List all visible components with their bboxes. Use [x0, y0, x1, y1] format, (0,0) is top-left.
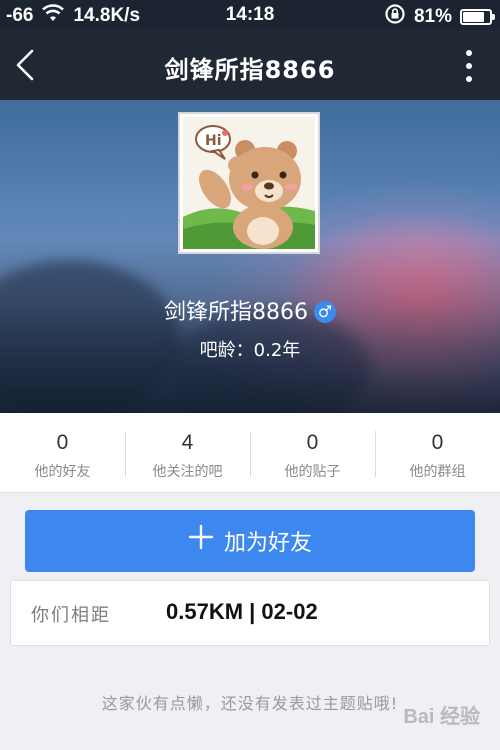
distance-value: 0.57KM | 02-02: [166, 599, 318, 624]
stat-value: 4: [181, 431, 194, 454]
distance-card: 你们相距 0.57KM | 02-02: [10, 580, 490, 646]
page-title: 剑锋所指8866: [164, 56, 336, 84]
stat-posts[interactable]: 0 他的贴子: [250, 413, 375, 492]
distance-label: 你们相距: [31, 605, 111, 626]
add-friend-label: 加为好友: [223, 531, 312, 556]
status-bar: -66 14.8K/s 14:18 81%: [0, 0, 500, 30]
nav-bar: 剑锋所指8866: [0, 30, 500, 100]
stat-label: 他的好友: [34, 464, 91, 480]
stat-label: 他关注的吧: [152, 464, 223, 480]
stat-friends[interactable]: 0 他的好友: [0, 413, 125, 492]
svg-text:Hi: Hi: [205, 133, 222, 149]
baidu-watermark-logo: Bai 经验: [403, 706, 480, 728]
male-gender-icon: ♂: [314, 301, 336, 323]
stats-bar: 0 他的好友 4 他关注的吧 0 他的贴子 0 他的群组: [0, 413, 500, 493]
username: 剑锋所指8866: [164, 300, 308, 325]
stat-groups[interactable]: 0 他的群组: [375, 413, 500, 492]
avatar-image: Hi: [183, 117, 315, 249]
battery-percent: 81%: [413, 6, 452, 27]
battery-fill: [463, 12, 485, 22]
stat-value: 0: [56, 431, 69, 454]
bear-avatar-icon: Hi: [183, 125, 315, 249]
stat-value: 0: [431, 431, 444, 454]
more-dot-icon: [466, 63, 472, 69]
plus-icon: [188, 522, 214, 556]
battery-icon: [460, 9, 495, 25]
username-row: 剑锋所指8866 ♂: [0, 294, 500, 326]
more-dot-icon: [466, 76, 472, 82]
background-shade: [0, 240, 500, 413]
rotation-lock-icon: [384, 3, 406, 31]
stat-label: 他的群组: [409, 464, 466, 480]
avatar[interactable]: Hi: [178, 112, 320, 254]
stat-value: 0: [306, 431, 319, 454]
more-dot-icon: [466, 50, 472, 56]
status-right: 81%: [384, 3, 495, 31]
profile-header: Hi 剑锋所指8866 ♂ 吧龄：0.2年: [0, 100, 500, 413]
stat-label: 他的贴子: [284, 464, 341, 480]
stat-followed-bars[interactable]: 4 他关注的吧: [125, 413, 250, 492]
account-age: 吧龄：0.2年: [199, 340, 301, 361]
more-options-button[interactable]: [464, 50, 474, 82]
add-friend-button[interactable]: 加为好友: [25, 510, 475, 572]
